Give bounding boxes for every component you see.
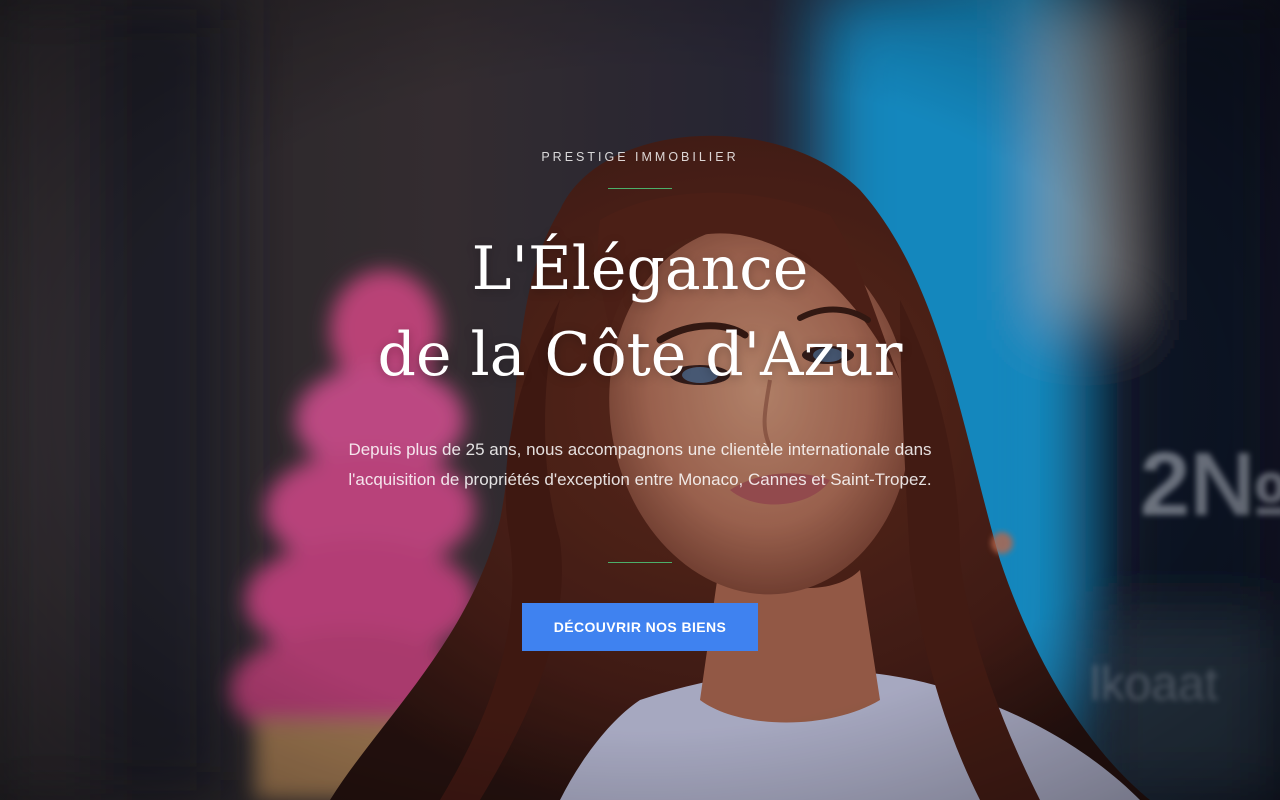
- bottom-accent-rule: [608, 562, 672, 563]
- hero-title: L'Élégance de la Côte d'Azur: [0, 226, 1280, 398]
- hero-description: Depuis plus de 25 ans, nous accompagnons…: [348, 440, 932, 489]
- hero-title-line-2: de la Côte d'Azur: [377, 320, 903, 390]
- hero-section: 2№ lkoaat: [0, 0, 1280, 800]
- hero-title-line-1: L'Élégance: [471, 234, 809, 304]
- discover-properties-button[interactable]: DÉCOUVRIR NOS BIENS: [522, 603, 758, 651]
- top-accent-rule: [608, 188, 672, 189]
- hero-eyebrow: PRESTIGE IMMOBILIER: [541, 150, 739, 164]
- hero-content: PRESTIGE IMMOBILIER L'Élégance de la Côt…: [0, 0, 1280, 800]
